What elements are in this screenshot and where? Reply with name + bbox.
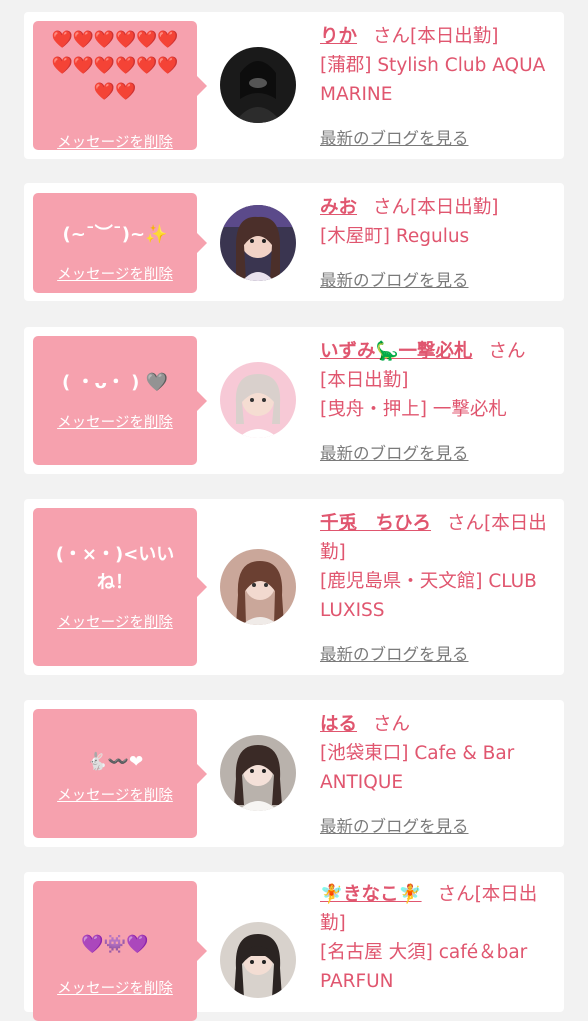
san-label: さん (373, 26, 411, 47)
cast-name-link[interactable]: はる (320, 714, 357, 735)
message-text: 🐇〰️❤ (86, 752, 144, 772)
message-card: 🐇〰️❤ メッセージを削除 はる さん [池袋東口] Cafe & Bar ANT… (24, 700, 564, 847)
message-card: (・×・)<いい ね！ メッセージを削除 千兎 ちひろ さん[本日出勤] [鹿児島… (24, 499, 564, 675)
shop-location: [曳舟・押上] 一撃必札 (320, 399, 507, 420)
delete-message-link[interactable]: メッセージを削除 (33, 263, 197, 284)
shop-location: [蒲郡] Stylish Club AQUA MARINE (320, 55, 546, 105)
delete-message-link[interactable]: メッセージを削除 (33, 784, 197, 805)
message-text: ❤️❤️❤️❤️❤️❤️ ❤️❤️❤️❤️❤️❤️ ❤️❤️ (51, 30, 179, 102)
message-card: 💜👾💜 メッセージを削除 🧚きなこ🧚 さん[本日出勤] [名古屋 大須] café… (24, 872, 564, 1021)
delete-message-link[interactable]: メッセージを削除 (33, 611, 197, 632)
avatar[interactable] (220, 205, 296, 281)
san-label: さん (437, 884, 475, 905)
profile-info: りか さん[本日出勤] [蒲郡] Stylish Club AQUA MARINE (320, 22, 560, 109)
message-card: ( ・ᴗ・ ) 🩶 メッセージを削除 いずみ🦕一撃必札 さん [本日出勤] [曳舟… (24, 327, 564, 474)
message-bubble: (・×・)<いい ね！ メッセージを削除 (33, 508, 207, 666)
message-text: (・×・)<いい ね！ (55, 544, 175, 593)
delete-message-link[interactable]: メッセージを削除 (33, 411, 197, 432)
cast-name-link[interactable]: 🧚きなこ🧚 (320, 884, 422, 905)
profile-info: 千兎 ちひろ さん[本日出勤] [鹿児島県・天文館] CLUB LUXISS (320, 509, 560, 625)
san-label: さん (447, 513, 485, 534)
message-text: (~ˉ︶ˉ)~✨ (62, 224, 168, 245)
blog-link[interactable]: 最新のブログを見る (320, 267, 469, 291)
profile-info: はる さん [池袋東口] Cafe & Bar ANTIQUE (320, 710, 560, 797)
shop-location: [名古屋 大須] café＆bar PARFUN (320, 942, 528, 992)
blog-link[interactable]: 最新のブログを見る (320, 125, 469, 149)
message-card: ❤️❤️❤️❤️❤️❤️ ❤️❤️❤️❤️❤️❤️ ❤️❤️ メッセージを削除 … (24, 12, 564, 159)
profile-info: いずみ🦕一撃必札 さん [本日出勤] [曳舟・押上] 一撃必札 (320, 337, 560, 424)
message-text: 💜👾💜 (81, 934, 149, 955)
cast-name-link[interactable]: いずみ🦕一撃必札 (320, 341, 473, 362)
on-duty-label: [本日出勤] (320, 370, 409, 391)
blog-link[interactable]: 最新のブログを見る (320, 641, 469, 665)
on-duty-label: [本日出勤] (410, 26, 499, 47)
san-label: さん (488, 341, 526, 362)
delete-message-link[interactable]: メッセージを削除 (33, 977, 197, 998)
avatar[interactable] (220, 47, 296, 123)
message-bubble: (~ˉ︶ˉ)~✨ メッセージを削除 (33, 193, 207, 293)
message-card: (~ˉ︶ˉ)~✨ メッセージを削除 みお さん[本日出勤] [木屋町] Regul… (24, 183, 564, 301)
avatar[interactable] (220, 735, 296, 811)
san-label: さん (373, 714, 411, 735)
message-bubble: ❤️❤️❤️❤️❤️❤️ ❤️❤️❤️❤️❤️❤️ ❤️❤️ メッセージを削除 (33, 21, 207, 152)
shop-location: [池袋東口] Cafe & Bar ANTIQUE (320, 743, 515, 793)
message-bubble: 💜👾💜 メッセージを削除 (33, 881, 207, 1021)
shop-location: [鹿児島県・天文館] CLUB LUXISS (320, 571, 537, 621)
blog-link[interactable]: 最新のブログを見る (320, 440, 469, 464)
cast-name-link[interactable]: 千兎 ちひろ (320, 513, 431, 534)
message-bubble: ( ・ᴗ・ ) 🩶 メッセージを削除 (33, 336, 207, 465)
message-text: ( ・ᴗ・ ) 🩶 (61, 372, 169, 393)
profile-info: 🧚きなこ🧚 さん[本日出勤] [名古屋 大須] café＆bar PARFUN (320, 880, 560, 996)
avatar[interactable] (220, 549, 296, 625)
avatar[interactable] (220, 362, 296, 438)
shop-location: [木屋町] Regulus (320, 226, 470, 247)
cast-name-link[interactable]: りか (320, 26, 357, 47)
profile-info: みお さん[本日出勤] [木屋町] Regulus (320, 193, 560, 251)
cast-name-link[interactable]: みお (320, 197, 357, 218)
san-label: さん (373, 197, 411, 218)
blog-link[interactable]: 最新のブログを見る (320, 813, 469, 837)
avatar[interactable] (220, 922, 296, 998)
delete-message-link[interactable]: メッセージを削除 (33, 131, 197, 152)
on-duty-label: [本日出勤] (410, 197, 499, 218)
message-bubble: 🐇〰️❤ メッセージを削除 (33, 709, 207, 838)
